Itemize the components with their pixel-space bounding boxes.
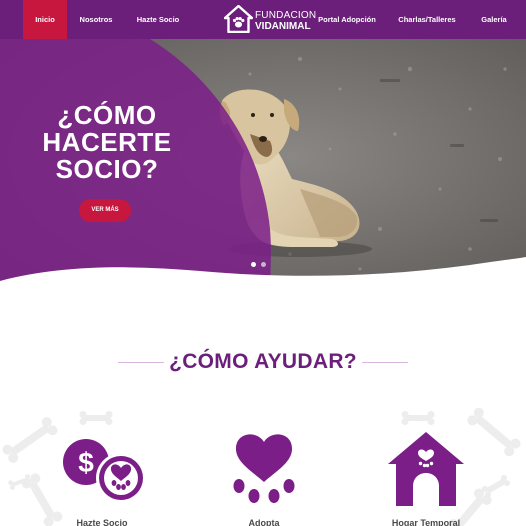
help-card-adopta[interactable] [229,430,299,515]
help-card-label-adopta: Adopta [248,518,280,526]
nav-item-nosotros[interactable]: Nosotros [72,0,120,39]
help-card-label-hogar-temporal: Hogar Temporal [391,518,461,526]
nav-item-portal-adopcion[interactable]: Portal Adopción [314,0,380,39]
help-card-hazte-socio[interactable]: $ [62,430,146,511]
hero-title: ¿CÓMO HACERTE SOCIO? [42,100,172,184]
donation-coin-paw-icon: $ [63,439,146,503]
nav-item-galeria[interactable]: Galería [472,0,516,39]
title-divider-right [362,362,408,363]
nav-item-hazte-socio[interactable]: Hazte Socio [131,0,185,39]
house-paw-logo-icon [224,5,253,33]
hero-slider: ¿CÓMO HACERTE SOCIO? VER MÁS [0,39,526,301]
logo-text-fundacion: FUNDACION [255,10,317,21]
heart-paw-icon [233,434,295,503]
help-card-hogar-temporal[interactable] [386,430,466,513]
help-section-title: ¿CÓMO AYUDAR? [169,350,357,373]
slider-dot-1[interactable] [251,262,256,267]
hero-cta-button[interactable]: VER MÁS [79,199,131,222]
slider-dot-2[interactable] [261,262,266,267]
svg-text:$: $ [78,447,94,478]
top-navigation-bar: Inicio Nosotros Hazte Socio FUNDACION VI… [0,0,526,39]
nav-item-inicio[interactable]: Inicio [23,0,67,39]
fundacion-vidanimal-logo[interactable]: FUNDACION VIDANIMAL [224,3,316,36]
nav-item-charlas-talleres[interactable]: Charlas/Talleres [392,0,462,39]
dog-house-icon [388,432,464,506]
logo-text-vidanimal: VIDANIMAL [255,21,311,32]
help-card-label-hazte-socio: Hazte Socio [76,518,128,526]
